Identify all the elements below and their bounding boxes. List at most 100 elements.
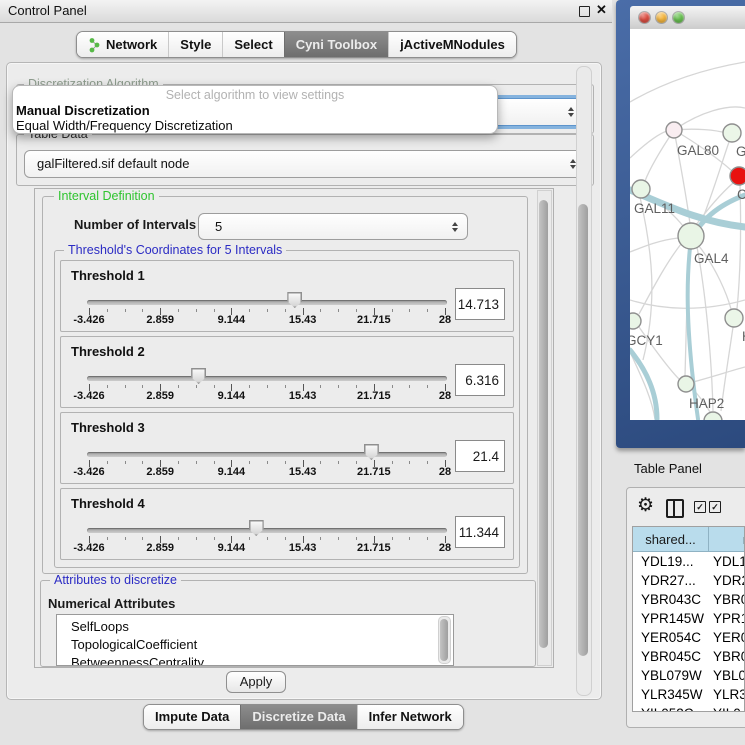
- panel-scrollbar-thumb[interactable]: [578, 204, 588, 656]
- list-scrollbar[interactable]: [438, 616, 451, 664]
- table-row-name[interactable]: YBR0: [713, 590, 745, 609]
- slider-tick: [427, 461, 428, 464]
- network-node[interactable]: [630, 313, 641, 329]
- slider-tick-label: 21.715: [344, 542, 404, 554]
- column-header-name[interactable]: n: [709, 527, 745, 552]
- slider-tick: [178, 309, 179, 312]
- slider-track[interactable]: [87, 452, 447, 457]
- list-item[interactable]: SelfLoops: [57, 618, 453, 636]
- table-row-shared-name[interactable]: YLR345W: [641, 685, 709, 704]
- table-row-shared-name[interactable]: YPR145W: [641, 609, 709, 628]
- threshold-value-field[interactable]: 14.713: [455, 288, 505, 320]
- tab-infer-network[interactable]: Infer Network: [357, 705, 463, 729]
- slider-tick: [409, 309, 410, 312]
- numerical-attributes-list[interactable]: SelfLoopsTopologicalCoefficientBetweenne…: [56, 614, 454, 666]
- table-row-shared-name[interactable]: YDR27...: [641, 571, 709, 590]
- network-edge: [645, 130, 674, 181]
- network-node[interactable]: [704, 412, 722, 420]
- slider-track[interactable]: [87, 376, 447, 381]
- slider-tick: [392, 537, 393, 540]
- network-node[interactable]: [678, 223, 704, 249]
- checkbox-icon[interactable]: ✓: [709, 501, 721, 513]
- number-of-intervals-spinner[interactable]: 5: [198, 213, 468, 240]
- network-edge: [630, 62, 745, 102]
- table-row-shared-name[interactable]: YIL052C: [641, 704, 709, 712]
- table-row-shared-name[interactable]: YER054C: [641, 628, 709, 647]
- slider-tick: [356, 461, 357, 464]
- slider-track[interactable]: [87, 528, 447, 533]
- table-row-name[interactable]: YDL1: [713, 552, 745, 571]
- threshold-value-field[interactable]: 21.4: [455, 440, 505, 472]
- network-canvas[interactable]: GAL80GACGAL11GAL4HGCY1HAP2: [630, 29, 745, 420]
- network-node[interactable]: [666, 122, 682, 138]
- slider-tick: [125, 537, 126, 540]
- network-node[interactable]: [723, 124, 741, 142]
- slider-handle[interactable]: [191, 368, 206, 384]
- slider-tick-label: 9.144: [201, 542, 261, 554]
- tab-style[interactable]: Style: [168, 32, 222, 57]
- network-node[interactable]: [730, 167, 745, 185]
- tab-cyni-toolbox[interactable]: Cyni Toolbox: [284, 32, 388, 57]
- numerical-attributes-label: Numerical Attributes: [48, 596, 175, 611]
- gear-icon[interactable]: ⚙: [637, 496, 654, 515]
- slider-handle[interactable]: [249, 520, 264, 536]
- table-row-name[interactable]: YLR3: [713, 685, 745, 704]
- checkbox-icon[interactable]: ✓: [694, 501, 706, 513]
- slider-handle[interactable]: [287, 292, 302, 308]
- list-scrollbar-thumb[interactable]: [440, 619, 448, 661]
- column-header-shared[interactable]: shared...: [633, 527, 709, 552]
- table-row-name[interactable]: YER0: [713, 628, 745, 647]
- network-node[interactable]: [678, 376, 694, 392]
- slider-tick: [338, 537, 339, 540]
- table-row-name[interactable]: YDR2: [713, 571, 745, 590]
- table-data-combobox[interactable]: galFiltered.sif default node: [24, 150, 586, 178]
- tab-discretize-data[interactable]: Discretize Data: [240, 705, 356, 729]
- float-window-icon[interactable]: [579, 6, 590, 17]
- table-row-shared-name[interactable]: YBL079W: [641, 666, 709, 685]
- network-node-label: GAL11: [634, 201, 675, 216]
- minimize-traffic-light[interactable]: [656, 12, 667, 23]
- network-node[interactable]: [725, 309, 743, 327]
- tab-impute-data[interactable]: Impute Data: [144, 705, 240, 729]
- zoom-traffic-light[interactable]: [673, 12, 684, 23]
- slider-tick: [285, 309, 286, 312]
- close-traffic-light[interactable]: [639, 12, 650, 23]
- threshold-value-field[interactable]: 6.316: [455, 364, 505, 396]
- slider-tick-label: 2.859: [130, 390, 190, 402]
- slider-tick: [427, 537, 428, 540]
- threshold-label: Threshold 3: [71, 420, 145, 435]
- slider-tick-label: 9.144: [201, 390, 261, 402]
- close-icon[interactable]: ✕: [596, 2, 607, 18]
- table-row-shared-name[interactable]: YBR045C: [641, 647, 709, 666]
- table-row-shared-name[interactable]: YDL19...: [641, 552, 709, 571]
- slider-track[interactable]: [87, 300, 447, 305]
- split-columns-icon[interactable]: [666, 499, 684, 518]
- slider-handle[interactable]: [364, 444, 379, 460]
- inner-scrollbar-thumb[interactable]: [539, 200, 548, 648]
- top-tabbar: Network Style Select Cyni Toolbox jActiv…: [76, 31, 517, 58]
- table-row-name[interactable]: YBL0: [713, 666, 745, 685]
- algorithm-option-manual[interactable]: Manual Discretization: [13, 103, 497, 118]
- tab-select[interactable]: Select: [222, 32, 283, 57]
- list-item[interactable]: BetweennessCentrality: [57, 654, 453, 666]
- table-row-shared-name[interactable]: YBR043C: [641, 590, 709, 609]
- table-row-name[interactable]: YPR1: [713, 609, 745, 628]
- network-window-titlebar[interactable]: [630, 6, 745, 30]
- network-node-label: GCY1: [630, 333, 663, 348]
- node-table[interactable]: shared... n YDL19...YDL1YDR27...YDR2YBR0…: [632, 526, 745, 712]
- threshold-value-field[interactable]: 11.344: [455, 516, 505, 548]
- list-item[interactable]: TopologicalCoefficient: [57, 636, 453, 654]
- algorithm-option-equal-width[interactable]: Equal Width/Frequency Discretization: [13, 118, 497, 133]
- slider-tick: [409, 461, 410, 464]
- slider-tick: [409, 537, 410, 540]
- slider-tick: [142, 385, 143, 388]
- attributes-title: Attributes to discretize: [50, 574, 181, 587]
- tab-network[interactable]: Network: [77, 32, 168, 57]
- apply-button[interactable]: Apply: [226, 671, 286, 693]
- network-node[interactable]: [632, 180, 650, 198]
- number-of-intervals-label: Number of Intervals: [74, 217, 196, 232]
- slider-tick: [196, 309, 197, 312]
- table-row-name[interactable]: YIL0: [713, 704, 745, 712]
- tab-jactivemnodules[interactable]: jActiveMNodules: [388, 32, 516, 57]
- table-row-name[interactable]: YBR0: [713, 647, 745, 666]
